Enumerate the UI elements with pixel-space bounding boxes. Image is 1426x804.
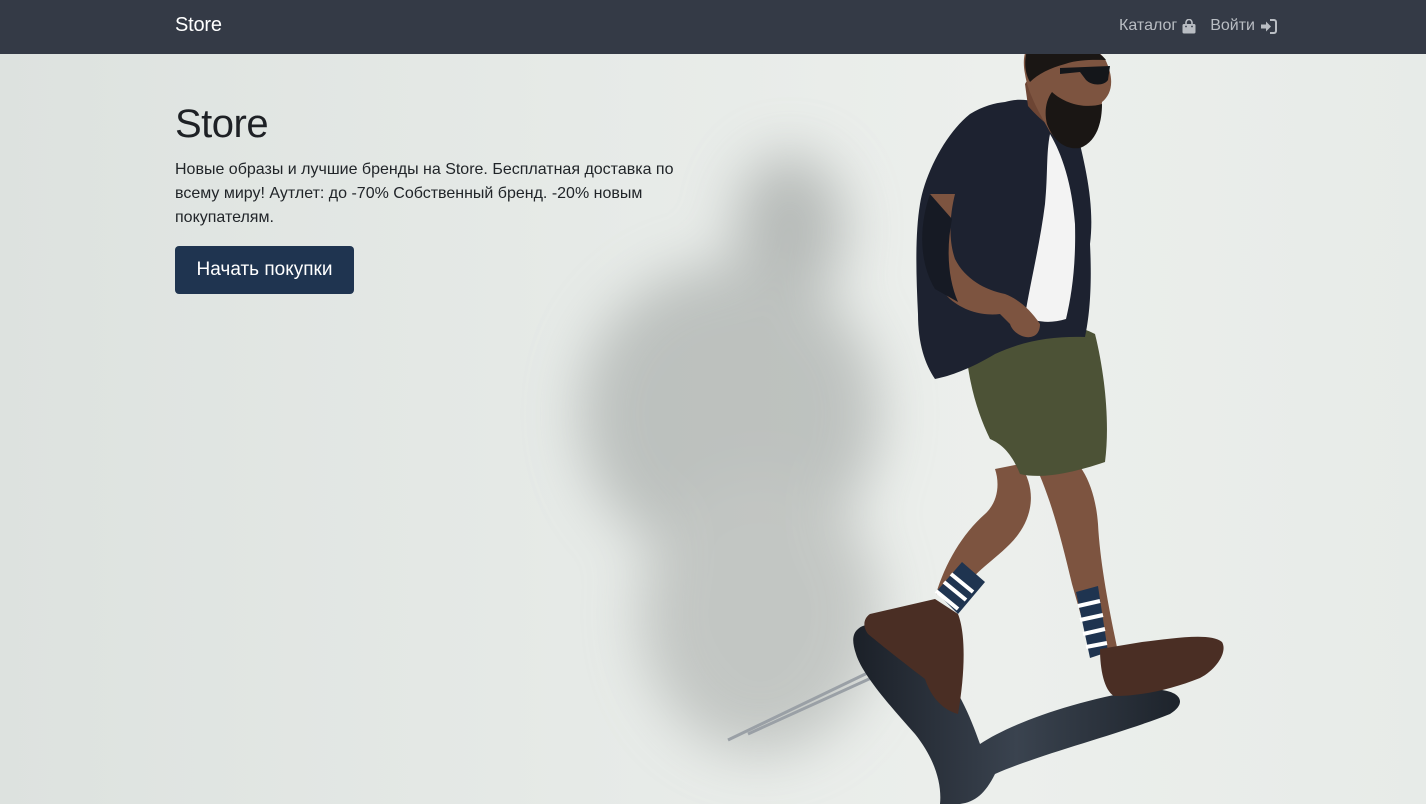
nav-links: Каталог Войти (1119, 17, 1277, 35)
shopping-bag-icon (1182, 18, 1196, 34)
hero-description: Новые образы и лучшие бренды на Store. Б… (175, 161, 674, 226)
brand-link[interactable]: Store (175, 14, 222, 37)
nav-link-catalog-label: Каталог (1119, 17, 1178, 34)
nav-link-login[interactable]: Войти (1210, 17, 1277, 35)
nav-link-login-label: Войти (1210, 17, 1255, 34)
navbar: Store Каталог Войти (0, 0, 1426, 54)
nav-link-catalog[interactable]: Каталог (1119, 17, 1196, 35)
shadow-shape (580, 154, 880, 754)
start-shopping-button[interactable]: Начать покупки (175, 246, 354, 294)
sign-in-icon (1260, 18, 1277, 34)
hero-banner: Store Новые образы и лучшие бренды на St… (0, 54, 1426, 804)
hero-title: Store (175, 102, 269, 146)
